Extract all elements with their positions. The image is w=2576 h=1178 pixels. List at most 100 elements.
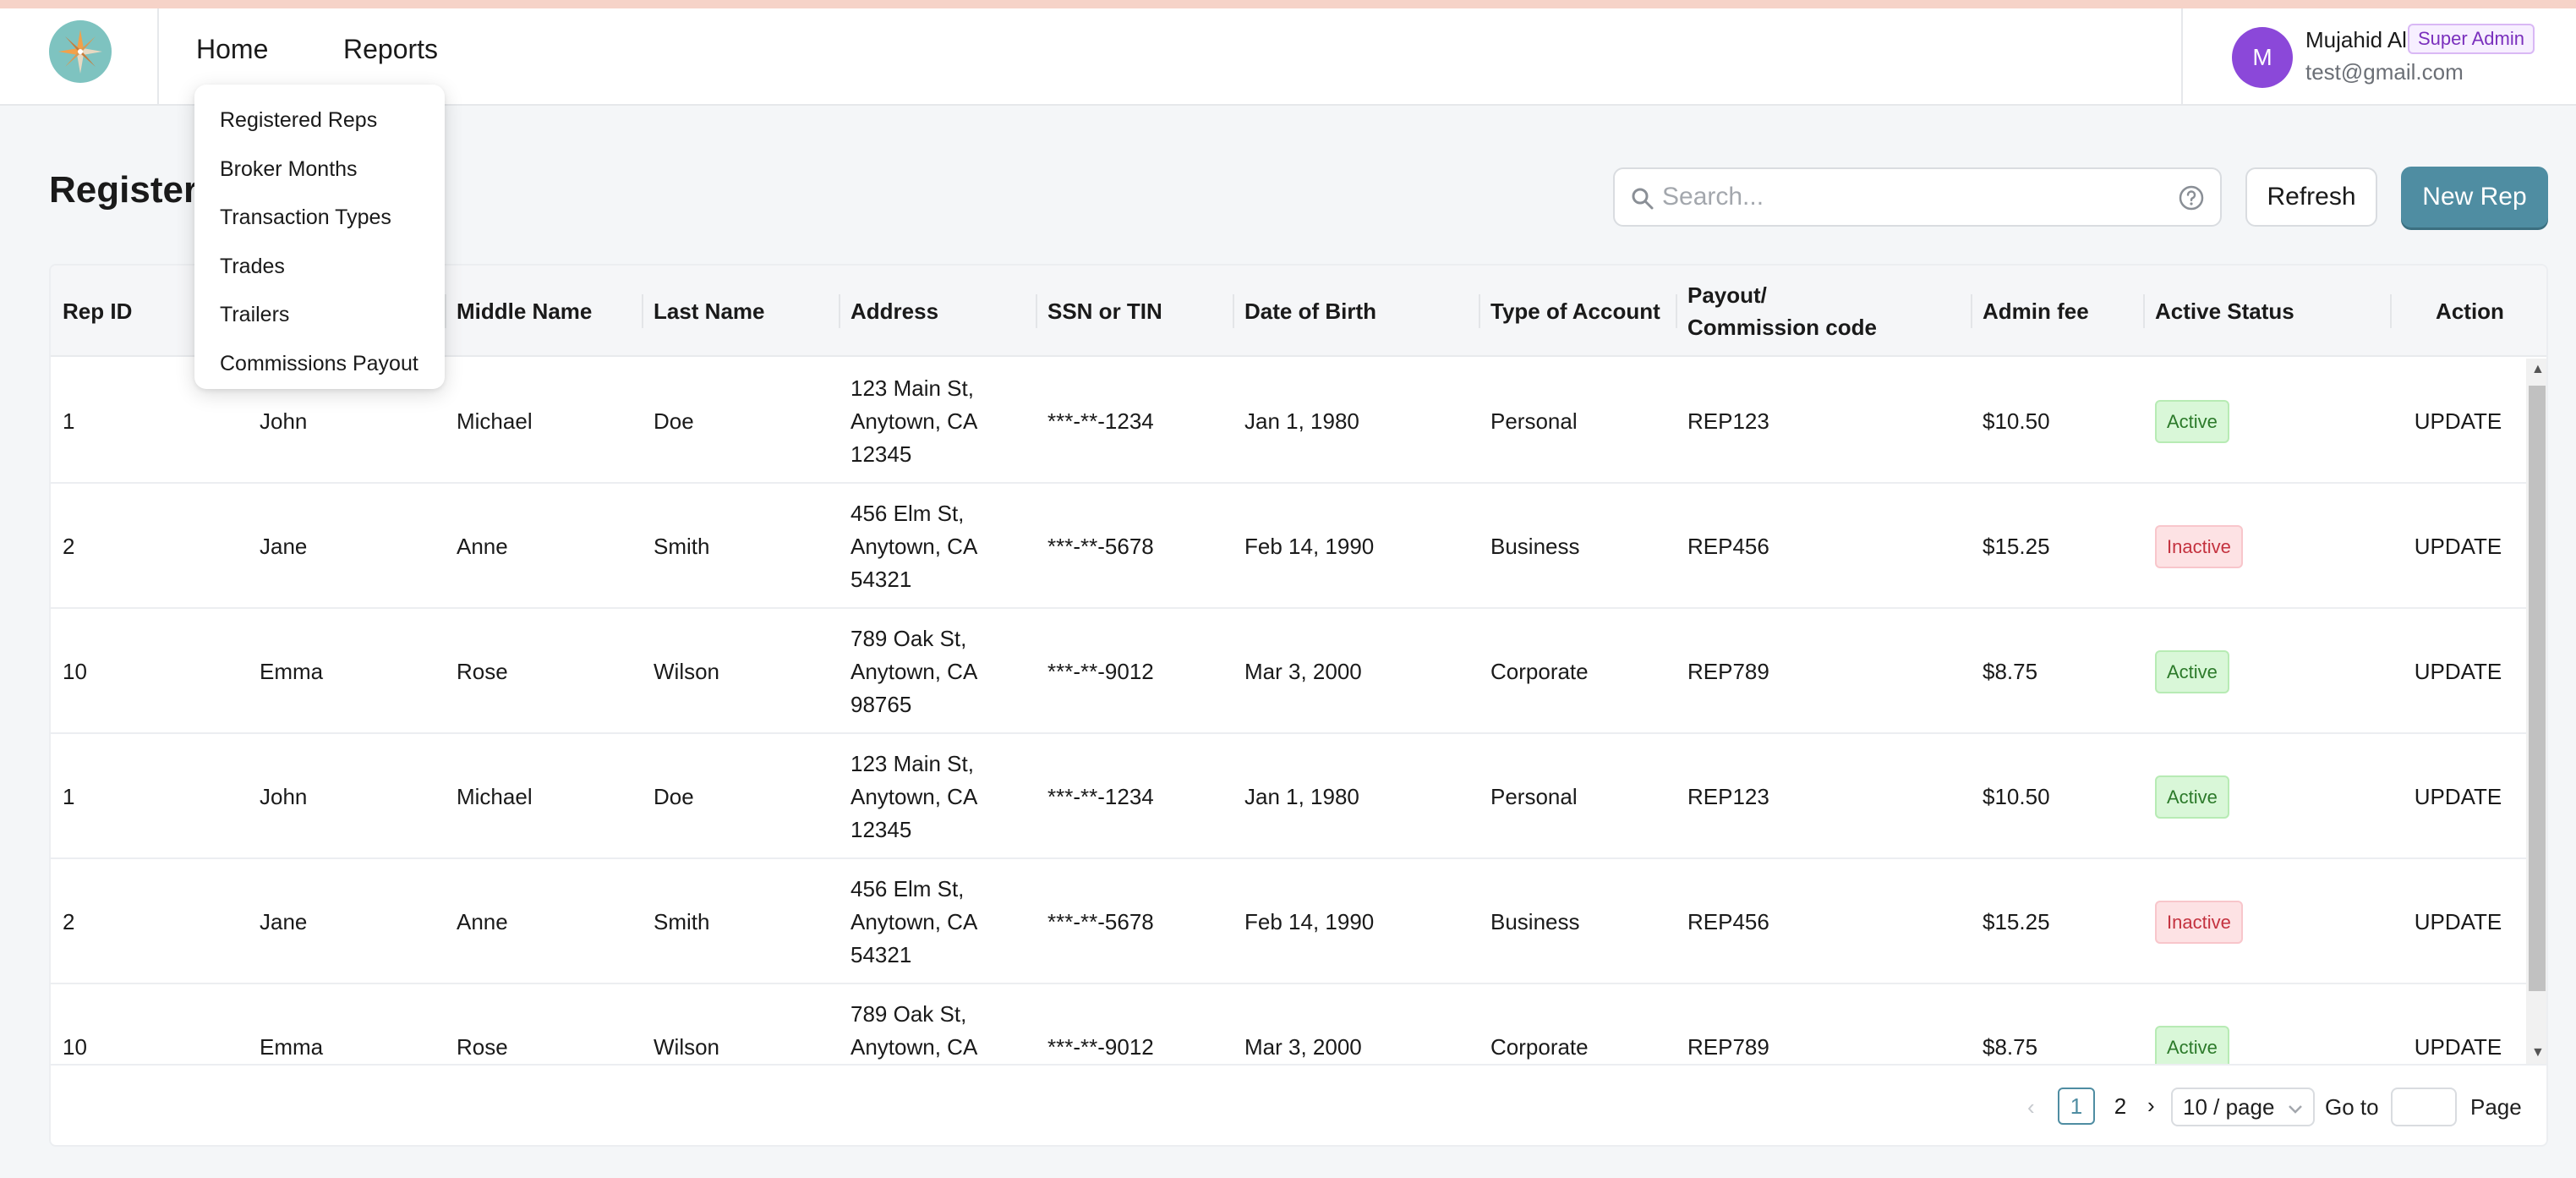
cell-ssn: ***-**-1234 xyxy=(1047,408,1154,434)
cell-status: Active xyxy=(2143,359,2390,484)
status-badge: Inactive xyxy=(2155,900,2243,944)
cell-rep-id: 2 xyxy=(63,908,75,934)
update-button[interactable]: UPDATE xyxy=(2415,906,2502,939)
cell-status: Active xyxy=(2143,609,2390,734)
cell-status: Active xyxy=(2143,734,2390,859)
chevron-right-icon[interactable]: › xyxy=(2147,1093,2155,1119)
pagination: ‹ 1 2 › 10 / page Go to Page xyxy=(51,1064,2546,1145)
menu-item-registered-reps[interactable]: Registered Reps xyxy=(194,96,445,145)
col-account-type[interactable]: Type of Account xyxy=(1479,266,1676,357)
page-2-button[interactable]: 2 xyxy=(2102,1088,2139,1125)
cell-ssn: ***-**-9012 xyxy=(1047,658,1154,684)
col-payout-code[interactable]: Payout/ Commission code xyxy=(1676,266,1971,357)
page-label: Page xyxy=(2470,1094,2522,1120)
col-active-status[interactable]: Active Status xyxy=(2143,266,2390,357)
scroll-thumb[interactable] xyxy=(2529,386,2546,991)
cell-first-name: Emma xyxy=(260,1033,324,1060)
cell-status: Active xyxy=(2143,984,2390,1064)
cell-payout-code: REP789 xyxy=(1687,1033,1769,1060)
cell-ssn: ***-**-9012 xyxy=(1047,1033,1154,1060)
menu-item-commissions-payout[interactable]: Commissions Payout xyxy=(194,340,445,389)
page-size-value: 10 / page xyxy=(2183,1093,2275,1120)
cell-rep-id: 10 xyxy=(63,658,87,684)
update-button[interactable]: UPDATE xyxy=(2415,655,2502,688)
status-badge: Active xyxy=(2155,399,2229,443)
cell-action: UPDATE xyxy=(2390,609,2526,734)
update-button[interactable]: UPDATE xyxy=(2415,1031,2502,1064)
reps-table: Rep ID Middle Name Last Name Address SSN… xyxy=(49,264,2548,1147)
avatar[interactable]: M xyxy=(2232,27,2293,88)
cell-payout-code: REP123 xyxy=(1687,408,1769,434)
col-last-name[interactable]: Last Name xyxy=(642,266,839,357)
page-1-button[interactable]: 1 xyxy=(2058,1088,2095,1125)
nav-home[interactable]: Home xyxy=(196,34,268,65)
cell-first-name: Emma xyxy=(260,658,324,684)
cell-last-name: Doe xyxy=(654,783,694,809)
search-input[interactable] xyxy=(1662,176,2136,218)
cell-dob: Mar 3, 2000 xyxy=(1244,658,1362,684)
cell-address: 123 Main St, Anytown, CA 12345 xyxy=(850,375,978,467)
cell-rep-id: 1 xyxy=(63,783,75,809)
col-address[interactable]: Address xyxy=(839,266,1036,357)
status-badge: Active xyxy=(2155,775,2229,819)
goto-page-input[interactable] xyxy=(2391,1088,2457,1126)
scroll-down-arrow[interactable]: ▼ xyxy=(2531,1045,2545,1060)
table-body[interactable]: 1 John Michael Doe 123 Main St, Anytown, CA … xyxy=(51,359,2526,1064)
cell-action: UPDATE xyxy=(2390,734,2526,859)
col-middle-name[interactable]: Middle Name xyxy=(445,266,642,357)
table-row[interactable]: 10 Emma Rose Wilson 789 Oak St, Anytown, CA … xyxy=(51,609,2526,734)
cell-last-name: Wilson xyxy=(654,1033,720,1060)
cell-account-type: Corporate xyxy=(1490,658,1589,684)
refresh-button[interactable]: Refresh xyxy=(2245,167,2377,227)
table-scrollbar[interactable]: ▲ ▼ xyxy=(2526,359,2546,1064)
cell-action: UPDATE xyxy=(2390,484,2526,609)
user-name: Mujahid Ali xyxy=(2305,27,2412,52)
menu-item-trailers[interactable]: Trailers xyxy=(194,291,445,340)
page-size-select[interactable]: 10 / page xyxy=(2171,1088,2315,1126)
chevron-left-icon[interactable]: ‹ xyxy=(2027,1094,2035,1120)
search-box[interactable] xyxy=(1613,167,2222,227)
menu-item-broker-months[interactable]: Broker Months xyxy=(194,145,445,195)
cell-address: 456 Elm St, Anytown, CA 54321 xyxy=(850,500,978,592)
cell-middle-name: Anne xyxy=(457,908,508,934)
cell-address: 123 Main St, Anytown, CA 12345 xyxy=(850,750,978,842)
cell-dob: Mar 3, 2000 xyxy=(1244,1033,1362,1060)
cell-address: 789 Oak St, Anytown, CA 98765 xyxy=(850,1000,978,1060)
search-icon xyxy=(1630,186,1655,216)
top-accent-strip xyxy=(0,0,2576,8)
cell-action: UPDATE xyxy=(2390,859,2526,984)
cell-last-name: Doe xyxy=(654,408,694,434)
update-button[interactable]: UPDATE xyxy=(2415,405,2502,438)
cell-action: UPDATE xyxy=(2390,359,2526,484)
table-row[interactable]: 2 Jane Anne Smith 456 Elm St, Anytown, CA 54… xyxy=(51,484,2526,609)
table-row[interactable]: 1 John Michael Doe 123 Main St, Anytown, CA … xyxy=(51,734,2526,859)
table-row[interactable]: 2 Jane Anne Smith 456 Elm St, Anytown, CA 54… xyxy=(51,859,2526,984)
role-badge: Super Admin xyxy=(2408,24,2535,54)
table-row[interactable]: 10 Emma Rose Wilson 789 Oak St, Anytown, CA … xyxy=(51,984,2526,1064)
nav-reports[interactable]: Reports xyxy=(343,34,438,65)
col-ssn[interactable]: SSN or TIN xyxy=(1036,266,1233,357)
cell-status: Inactive xyxy=(2143,484,2390,609)
cell-admin-fee: $15.25 xyxy=(1983,533,2050,559)
menu-item-transaction-types[interactable]: Transaction Types xyxy=(194,194,445,243)
cell-dob: Jan 1, 1980 xyxy=(1244,783,1359,809)
cell-first-name: John xyxy=(260,783,308,809)
compass-icon[interactable] xyxy=(49,20,112,83)
col-admin-fee[interactable]: Admin fee xyxy=(1971,266,2143,357)
cell-account-type: Personal xyxy=(1490,783,1578,809)
cell-payout-code: REP789 xyxy=(1687,658,1769,684)
cell-first-name: Jane xyxy=(260,533,308,559)
update-button[interactable]: UPDATE xyxy=(2415,530,2502,563)
cell-address: 789 Oak St, Anytown, CA 98765 xyxy=(850,625,978,717)
cell-middle-name: Rose xyxy=(457,1033,508,1060)
update-button[interactable]: UPDATE xyxy=(2415,781,2502,814)
cell-admin-fee: $8.75 xyxy=(1983,658,2038,684)
new-rep-button[interactable]: New Rep xyxy=(2401,167,2548,227)
cell-ssn: ***-**-1234 xyxy=(1047,783,1154,809)
cell-payout-code: REP123 xyxy=(1687,783,1769,809)
menu-item-trades[interactable]: Trades xyxy=(194,243,445,292)
scroll-up-arrow[interactable]: ▲ xyxy=(2531,362,2545,377)
col-dob[interactable]: Date of Birth xyxy=(1233,266,1479,357)
cell-payout-code: REP456 xyxy=(1687,908,1769,934)
help-circle-icon[interactable] xyxy=(2178,184,2205,216)
